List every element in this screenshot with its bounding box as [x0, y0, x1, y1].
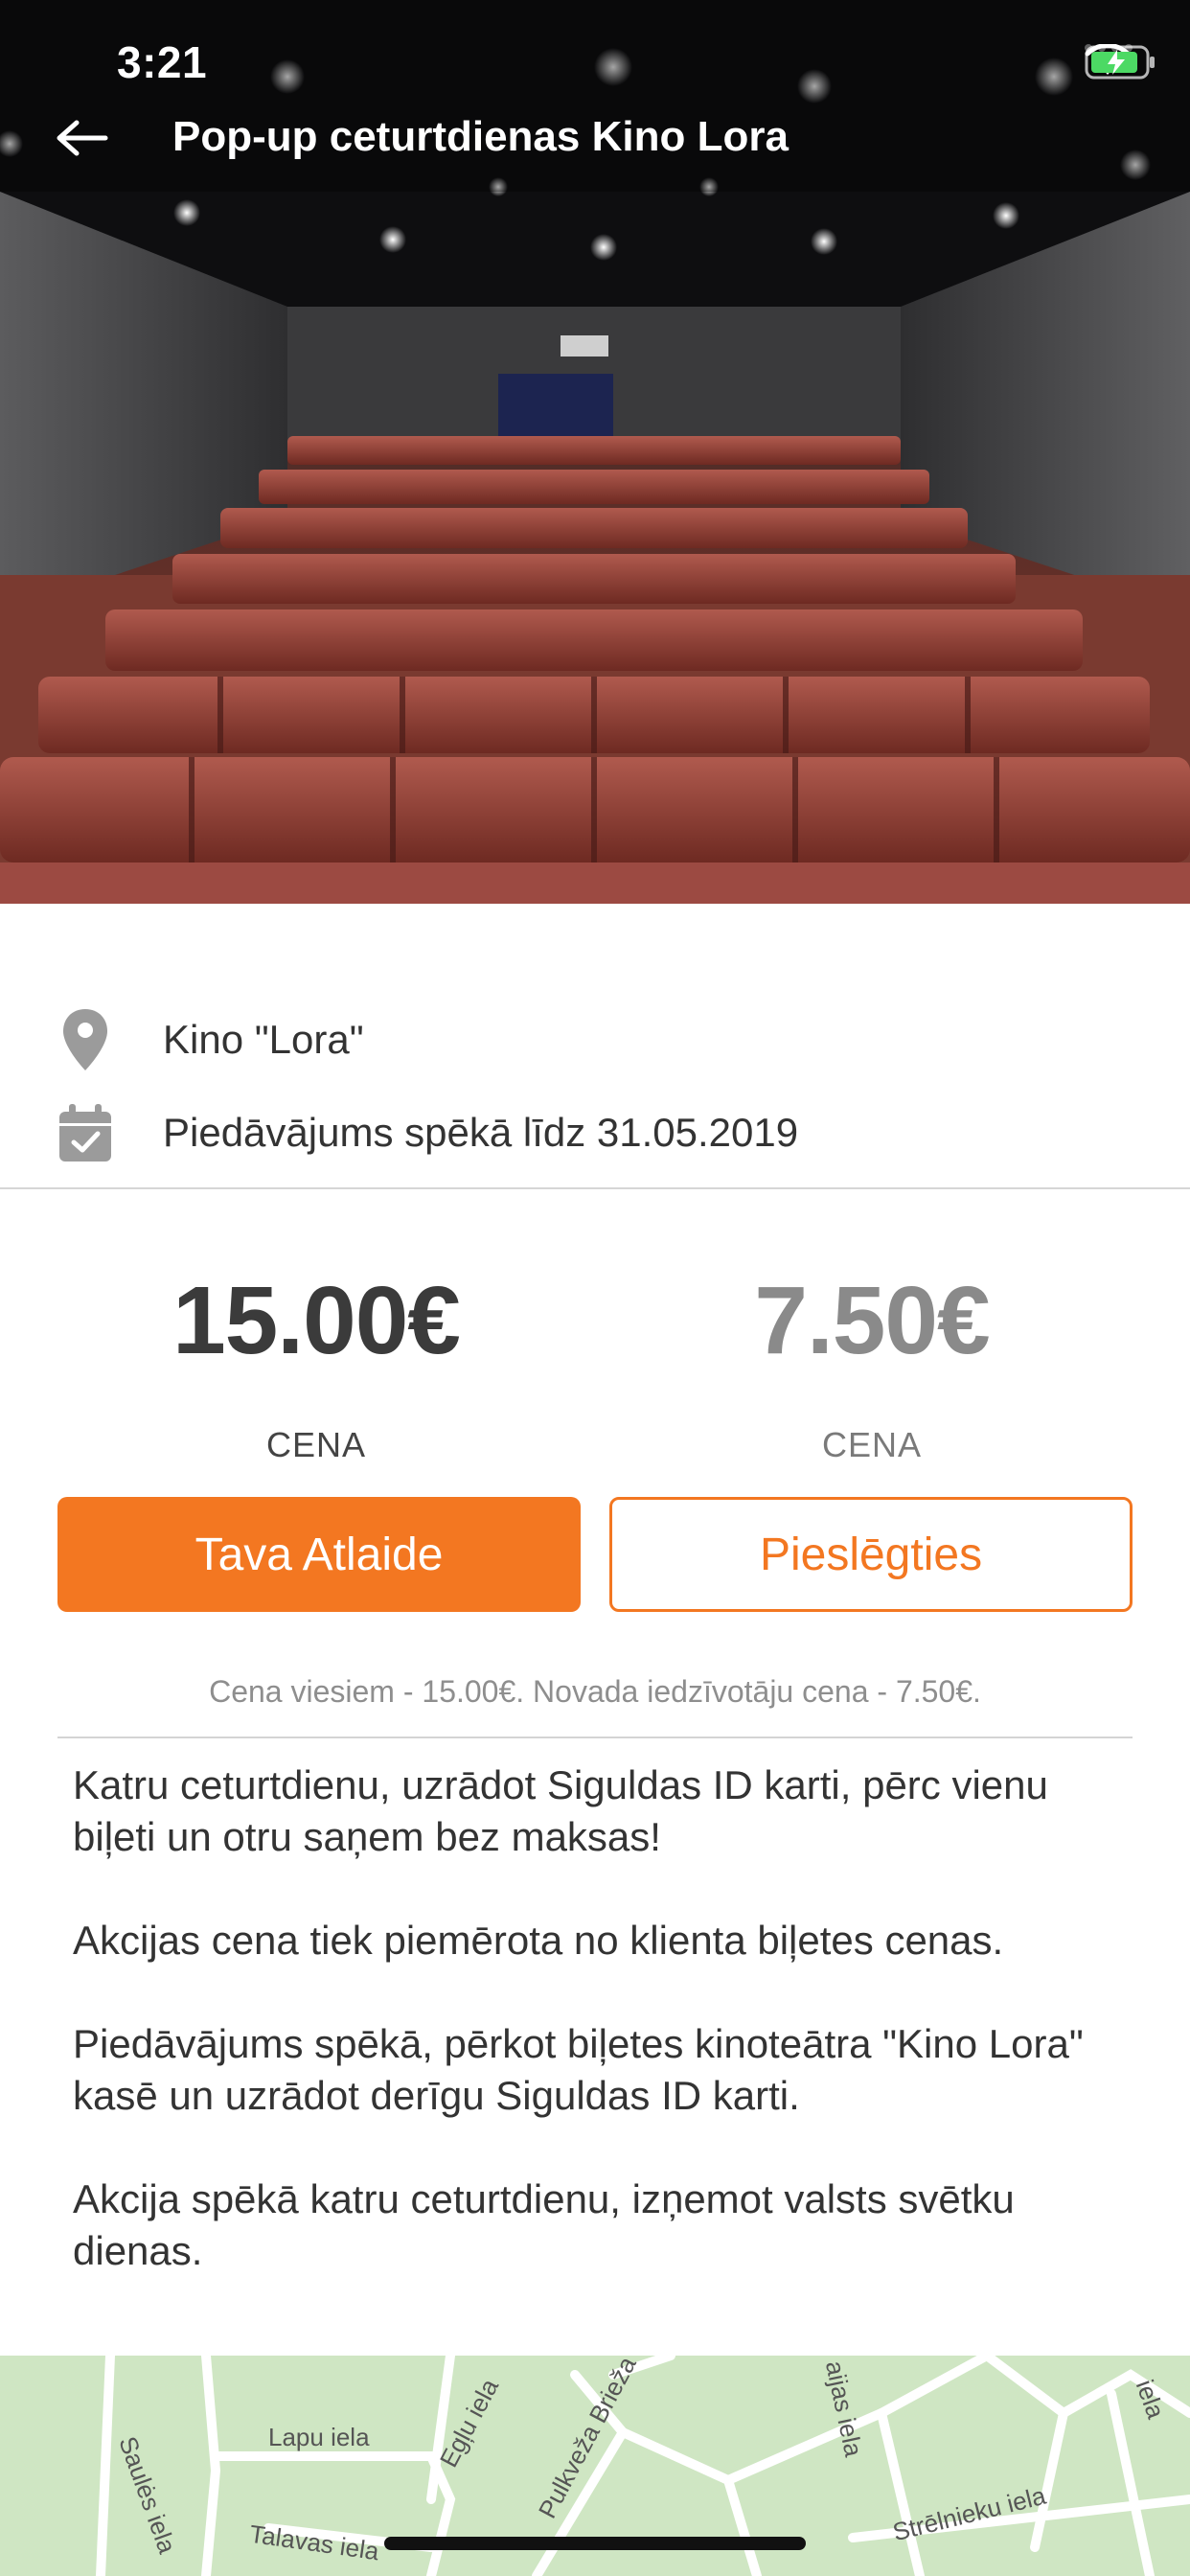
price-note: Cena viesiem - 15.00€. Novada iedzīvotāj…: [209, 1674, 981, 1709]
description-paragraph: Katru ceturtdienu, uzrādot Siguldas ID k…: [73, 1762, 1048, 1859]
status-time: 3:21: [117, 37, 208, 87]
login-button[interactable]: Pieslēgties: [609, 1497, 1133, 1612]
description-paragraph: Akcijas cena tiek piemērota no klienta b…: [73, 1918, 1004, 1963]
offer-info-section: Kino "Lora" Piedāvājums spēkā līdz 31.05…: [0, 904, 1190, 1189]
discount-price: 7.50€: [754, 1267, 990, 1374]
validity-row: Piedāvājums spēkā līdz 31.05.2019: [56, 1094, 798, 1171]
location-text: Kino "Lora": [163, 1017, 364, 1062]
calendar-check-icon: [56, 1098, 115, 1167]
description-paragraph: Piedāvājums spēkā, pērkot biļetes kinote…: [73, 2021, 1084, 2118]
navigation-bar: Pop-up ceturtdienas Kino Lora: [0, 105, 1190, 182]
divider: [57, 1736, 1133, 1738]
your-discount-button[interactable]: Tava Atlaide: [57, 1497, 581, 1612]
validity-text: Piedāvājums spēkā līdz 31.05.2019: [163, 1110, 799, 1155]
arrow-left-icon: [57, 120, 108, 156]
hero-image-cinema-hall: 3:21 Pop-up ceturtdienas Kino Lora: [0, 0, 1190, 904]
pricing-section: 15.00€ 7.50€ CENA CENA Tava Atlaide Pies…: [0, 1189, 1190, 1764]
back-button[interactable]: [56, 117, 123, 174]
status-icons: [1085, 44, 1155, 80]
offer-description: Katru ceturtdienu, uzrādot Siguldas ID k…: [73, 1760, 1136, 2329]
full-price-label: CENA: [265, 1425, 367, 1464]
street-label: Lapu iela: [268, 2423, 370, 2451]
map-pin-icon: [56, 1005, 115, 1074]
page-title: Pop-up ceturtdienas Kino Lora: [172, 113, 789, 160]
location-row: Kino "Lora": [56, 1001, 364, 1078]
home-indicator[interactable]: [384, 2537, 806, 2550]
full-price: 15.00€: [172, 1267, 461, 1374]
description-paragraph: Akcija spēkā katru ceturtdienu, izņemot …: [73, 2176, 1015, 2273]
battery-charging-icon: [1085, 45, 1155, 80]
discount-price-label: CENA: [821, 1425, 923, 1464]
